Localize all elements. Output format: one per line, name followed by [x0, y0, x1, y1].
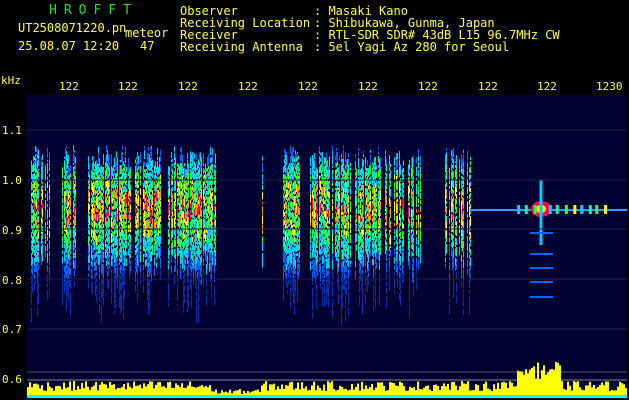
x-tick-8: 122 [478, 80, 498, 93]
y-tick-1.1: 1.1 [2, 124, 22, 137]
y-tick-1.0: 1.0 [2, 174, 22, 187]
x-tick-4: 122 [238, 80, 258, 93]
y-tick-0.6: 0.6 [2, 373, 22, 386]
x-tick-10: 1230 [596, 80, 623, 93]
antenna-label: Receiving Antenna [180, 40, 303, 54]
x-tick-9: 122 [537, 80, 557, 93]
y-tick-0.8: 0.8 [2, 274, 22, 287]
date-time: 25.08.07 12:20 [18, 39, 120, 53]
y-axis-unit: kHz [1, 74, 21, 87]
meteor-count: 47 [140, 39, 155, 53]
x-tick-7: 122 [418, 80, 438, 93]
x-tick-1: 122 [59, 80, 79, 93]
app-title: HROFFT [49, 3, 138, 18]
meteor-label: meteor [125, 26, 169, 40]
file-name: UT2508071220.pn [18, 21, 127, 35]
y-tick-0.7: 0.7 [2, 323, 22, 336]
x-tick-6: 122 [358, 80, 378, 93]
x-tick-3: 122 [178, 80, 198, 93]
antenna-value: : 5el Yagi Az 280 for Seoul [314, 40, 510, 54]
spectrogram [0, 0, 629, 400]
x-tick-2: 122 [118, 80, 138, 93]
y-tick-0.9: 0.9 [2, 224, 22, 237]
x-tick-5: 122 [298, 80, 318, 93]
